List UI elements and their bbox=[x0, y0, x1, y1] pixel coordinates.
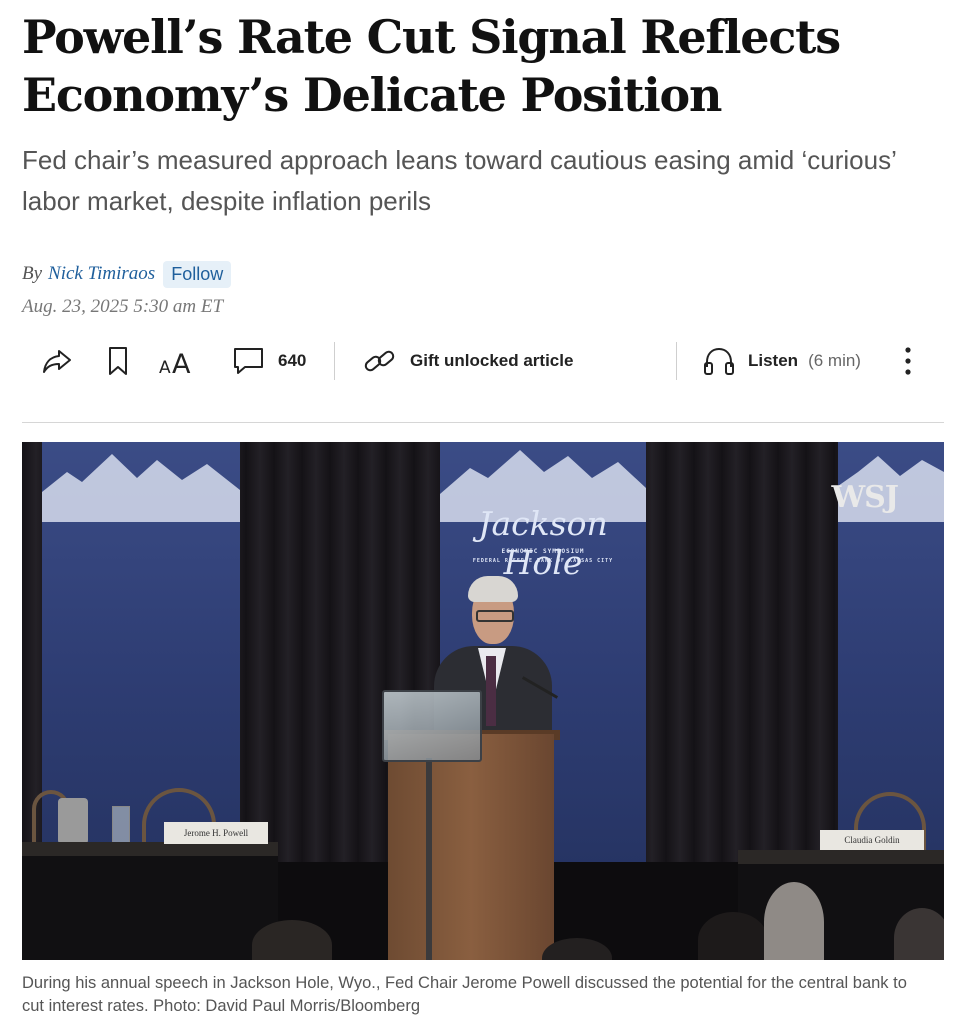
gift-article-label: Gift unlocked article bbox=[410, 351, 574, 370]
listen-duration: (6 min) bbox=[808, 351, 861, 370]
water-pitcher bbox=[58, 798, 88, 846]
audience-head bbox=[698, 912, 768, 960]
link-icon bbox=[364, 350, 395, 372]
photo-caption: During his annual speech in Jackson Hole… bbox=[22, 974, 907, 1015]
toolbar-divider bbox=[676, 342, 677, 380]
publish-date: Aug. 23, 2025 5:30 am ET bbox=[22, 296, 224, 317]
share-icon bbox=[43, 350, 71, 373]
nameplate-left: Jerome H. Powell bbox=[164, 822, 268, 844]
gift-article-button[interactable]: Gift unlocked article bbox=[362, 344, 573, 378]
comment-icon bbox=[234, 348, 263, 374]
comments-button[interactable]: 640 bbox=[232, 344, 306, 378]
headline: Powell’s Rate Cut Signal Reflects Econom… bbox=[22, 10, 841, 122]
bookmark-button[interactable] bbox=[106, 344, 130, 378]
speaker-hair bbox=[468, 576, 518, 602]
byline-prefix: By bbox=[22, 263, 43, 284]
wsj-watermark: WSJ bbox=[831, 480, 899, 515]
nameplate-right: Claudia Goldin bbox=[820, 830, 924, 850]
panel-table-right bbox=[738, 850, 944, 864]
table-skirt bbox=[22, 856, 278, 960]
svg-text:A: A bbox=[172, 349, 191, 377]
speaker-tie bbox=[486, 656, 496, 726]
article-toolbar: A A 640 Gift unlocked article Listen (6 … bbox=[22, 336, 944, 386]
byline: By Nick Timiraos Follow bbox=[22, 260, 232, 288]
audience-head bbox=[894, 908, 944, 960]
audience-head bbox=[764, 882, 824, 960]
speaker-glasses bbox=[476, 610, 514, 622]
more-vertical-icon bbox=[905, 347, 911, 375]
follow-button[interactable]: Follow bbox=[163, 260, 232, 288]
mountain-graphic bbox=[42, 454, 240, 522]
listen-label: Listen bbox=[748, 351, 799, 370]
panel-table-left bbox=[22, 842, 278, 856]
banner-subtitle-1: ECONOMIC SYMPOSIUM bbox=[501, 548, 585, 555]
lead-photo[interactable]: Jackson Hole ECONOMIC SYMPOSIUM FEDERAL … bbox=[22, 442, 944, 960]
dek-subheadline: Fed chair’s measured approach leans towa… bbox=[22, 145, 896, 216]
more-options-button[interactable] bbox=[900, 344, 916, 378]
share-button[interactable] bbox=[40, 344, 74, 378]
svg-text:A: A bbox=[159, 358, 171, 377]
bookmark-icon bbox=[109, 347, 127, 375]
teleprompter-stand bbox=[426, 758, 432, 960]
text-size-button[interactable]: A A bbox=[158, 344, 198, 378]
text-size-icon: A A bbox=[159, 349, 191, 377]
divider bbox=[22, 422, 944, 423]
teleprompter-glass bbox=[382, 690, 482, 762]
podium bbox=[388, 734, 554, 960]
banner-title: Jackson Hole bbox=[478, 504, 608, 582]
comment-count: 640 bbox=[278, 351, 307, 370]
author-link[interactable]: Nick Timiraos bbox=[48, 263, 155, 285]
toolbar-divider bbox=[334, 342, 335, 380]
water-glass bbox=[112, 806, 130, 844]
listen-button[interactable]: Listen (6 min) bbox=[702, 344, 861, 378]
banner-subtitle-2: FEDERAL RESERVE BANK OF KANSAS CITY bbox=[472, 558, 614, 564]
headphones-icon bbox=[704, 347, 734, 375]
